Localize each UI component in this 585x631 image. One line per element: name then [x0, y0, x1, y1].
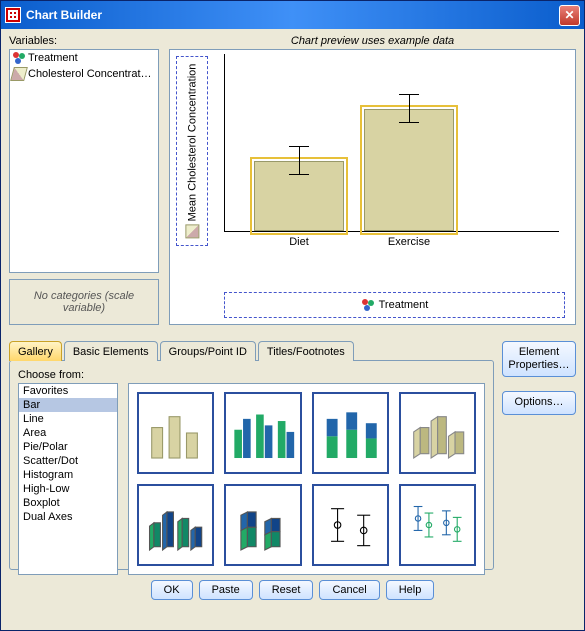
tab-basic-elements[interactable]: Basic Elements — [64, 341, 158, 361]
no-categories-text: No categories (scale variable) — [12, 290, 156, 314]
variable-item[interactable]: Treatment — [10, 50, 158, 66]
y-axis-drop-zone[interactable]: Mean Cholesterol Concentration — [176, 56, 208, 246]
tab-gallery[interactable]: Gallery — [9, 341, 62, 361]
type-area[interactable]: Area — [19, 426, 117, 440]
options-button[interactable]: Options… — [502, 391, 576, 414]
y-axis-title: Mean Cholesterol Concentration — [186, 64, 198, 222]
element-properties-button[interactable]: Element Properties… — [502, 341, 576, 377]
scale-icon — [185, 224, 199, 238]
variable-name: Treatment — [28, 52, 78, 64]
type-dual-axes[interactable]: Dual Axes — [19, 510, 117, 524]
thumb-3d-bar[interactable] — [399, 392, 476, 474]
error-stem — [299, 147, 300, 175]
help-button[interactable]: Help — [386, 580, 435, 600]
cancel-button[interactable]: Cancel — [319, 580, 379, 600]
tab-label: Groups/Point ID — [169, 346, 247, 358]
content-area: Variables: Treatment Cholesterol Concent… — [1, 29, 584, 630]
variables-label: Variables: — [9, 35, 159, 47]
variable-name: Cholesterol Concentrat… — [28, 68, 152, 80]
bar-exercise[interactable] — [364, 109, 454, 231]
chart-area: Diet Exercise — [224, 54, 569, 254]
close-button[interactable]: ✕ — [559, 5, 580, 26]
type-histogram[interactable]: Histogram — [19, 468, 117, 482]
scale-icon — [10, 67, 28, 81]
top-row: Variables: Treatment Cholesterol Concent… — [9, 35, 576, 325]
y-axis-line — [224, 54, 225, 232]
no-categories-box: No categories (scale variable) — [9, 279, 159, 325]
chart-thumbnails — [128, 383, 485, 575]
app-icon — [5, 7, 21, 23]
titlebar: Chart Builder ✕ — [1, 1, 584, 29]
thumb-clustered-3d-bar[interactable] — [137, 484, 214, 566]
x-axis-title: Treatment — [379, 299, 429, 311]
type-boxplot[interactable]: Boxplot — [19, 496, 117, 510]
type-scatter-dot[interactable]: Scatter/Dot — [19, 454, 117, 468]
x-tick-label: Exercise — [388, 236, 430, 248]
x-tick-label: Diet — [289, 236, 309, 248]
gallery-panel: Choose from: Favorites Bar Line Area Pie… — [9, 360, 494, 570]
choose-from-label: Choose from: — [18, 369, 485, 381]
error-cap — [289, 174, 309, 175]
error-stem — [409, 95, 410, 123]
type-favorites[interactable]: Favorites — [19, 384, 117, 398]
variables-column: Variables: Treatment Cholesterol Concent… — [9, 35, 159, 325]
nominal-icon — [12, 51, 26, 65]
thumb-clustered-error-bar[interactable] — [399, 484, 476, 566]
chart-preview[interactable]: Mean Cholesterol Concentration — [169, 49, 576, 325]
x-axis-drop-zone[interactable]: Treatment — [224, 292, 565, 318]
variables-list[interactable]: Treatment Cholesterol Concentrat… — [9, 49, 159, 273]
type-bar[interactable]: Bar — [19, 398, 117, 412]
thumb-clustered-bar[interactable] — [224, 392, 301, 474]
nominal-icon — [361, 298, 375, 312]
error-cap — [399, 94, 419, 95]
button-bar: OK Paste Reset Cancel Help — [9, 572, 576, 606]
error-cap — [399, 122, 419, 123]
x-axis-line — [224, 231, 559, 232]
chart-builder-window: Chart Builder ✕ Variables: Treatment Cho… — [0, 0, 585, 631]
tab-label: Titles/Footnotes — [267, 346, 345, 358]
type-pie-polar[interactable]: Pie/Polar — [19, 440, 117, 454]
tab-titles-footnotes[interactable]: Titles/Footnotes — [258, 341, 354, 361]
ok-button[interactable]: OK — [151, 580, 193, 600]
chart-type-list[interactable]: Favorites Bar Line Area Pie/Polar Scatte… — [18, 383, 118, 575]
error-cap — [289, 146, 309, 147]
tabs: Gallery Basic Elements Groups/Point ID T… — [9, 341, 494, 361]
paste-button[interactable]: Paste — [199, 580, 253, 600]
type-line[interactable]: Line — [19, 412, 117, 426]
window-title: Chart Builder — [26, 8, 559, 22]
tab-label: Gallery — [18, 346, 53, 358]
type-high-low[interactable]: High-Low — [19, 482, 117, 496]
side-buttons: Element Properties… Options… — [502, 327, 576, 570]
tab-label: Basic Elements — [73, 346, 149, 358]
thumb-simple-error-bar[interactable] — [312, 484, 389, 566]
preview-column: Chart preview uses example data Mean Cho… — [169, 35, 576, 325]
variable-item[interactable]: Cholesterol Concentrat… — [10, 66, 158, 82]
reset-button[interactable]: Reset — [259, 580, 314, 600]
preview-label: Chart preview uses example data — [169, 35, 576, 47]
thumb-stacked-3d-bar[interactable] — [224, 484, 301, 566]
thumb-simple-bar[interactable] — [137, 392, 214, 474]
tab-groups-point-id[interactable]: Groups/Point ID — [160, 341, 256, 361]
thumb-stacked-bar[interactable] — [312, 392, 389, 474]
